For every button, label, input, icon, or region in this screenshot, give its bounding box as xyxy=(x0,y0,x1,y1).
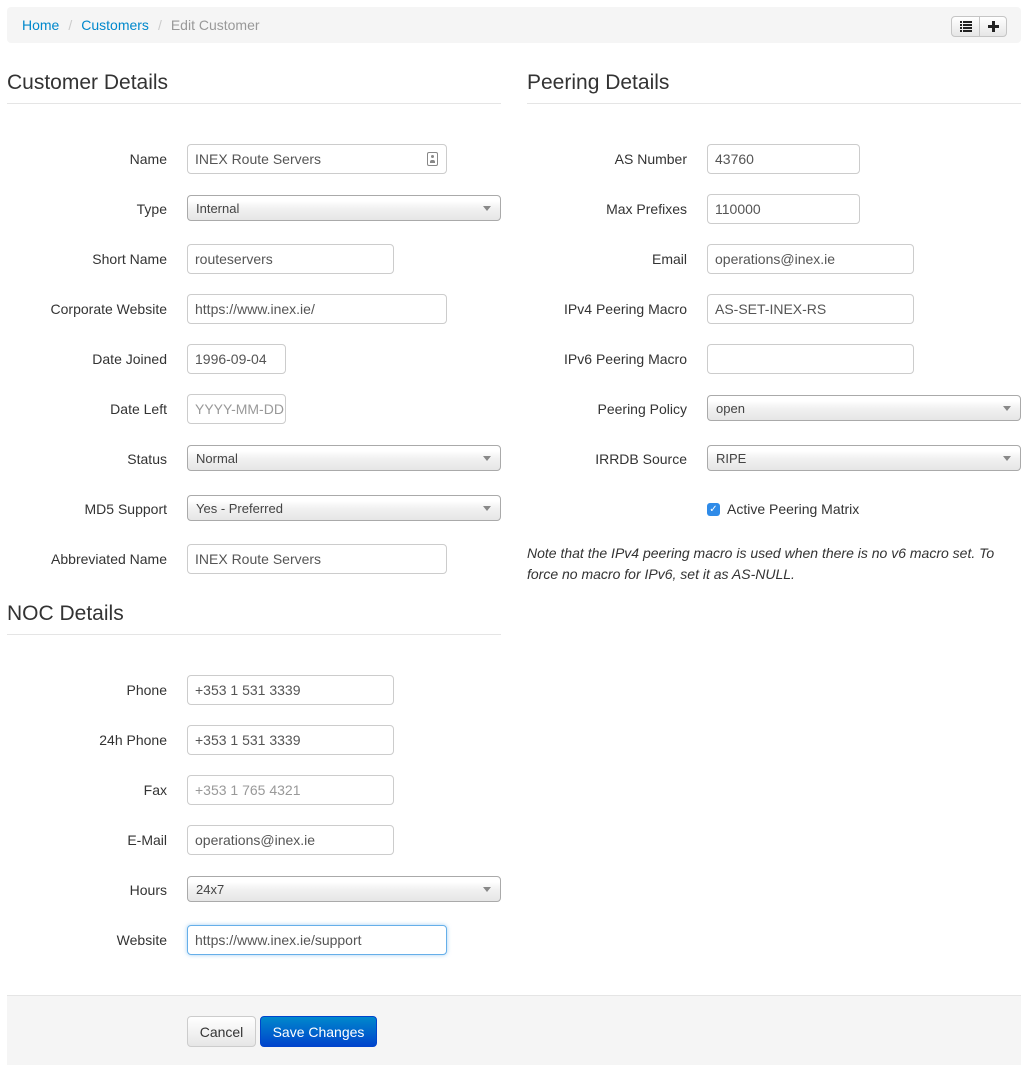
type-select[interactable]: Internal xyxy=(187,195,501,221)
date-left-label: Date Left xyxy=(110,401,167,417)
peering-macro-note: Note that the IPv4 peering macro is used… xyxy=(527,545,995,582)
form-actions: Cancel Save Changes xyxy=(7,995,1021,1065)
short-name-input[interactable]: routeservers xyxy=(187,244,394,274)
cancel-button[interactable]: Cancel xyxy=(187,1016,256,1047)
date-joined-input[interactable]: 1996-09-04 xyxy=(187,344,286,374)
name-value: INEX Route Servers xyxy=(195,151,322,167)
chevron-down-icon xyxy=(1003,456,1011,461)
ipv4-macro-input[interactable]: AS-SET-INEX-RS xyxy=(707,294,914,324)
phone-24h-label: 24h Phone xyxy=(99,732,167,748)
phone-label: Phone xyxy=(126,682,167,698)
breadcrumb-home-link[interactable]: Home xyxy=(22,17,59,33)
active-peering-matrix-checkbox[interactable]: ✓ xyxy=(707,503,720,516)
peering-policy-value: open xyxy=(716,400,745,416)
name-input[interactable]: INEX Route Servers xyxy=(187,144,447,174)
corporate-website-input[interactable]: https://www.inex.ie/ xyxy=(187,294,447,324)
hours-select[interactable]: 24x7 xyxy=(187,876,501,902)
section-divider xyxy=(527,103,1021,104)
peering-details-heading: Peering Details xyxy=(527,71,670,94)
ipv4-macro-label: IPv4 Peering Macro xyxy=(564,301,687,317)
chevron-down-icon xyxy=(483,206,491,211)
date-joined-label: Date Joined xyxy=(92,351,167,367)
status-select[interactable]: Normal xyxy=(187,445,501,471)
ipv6-macro-input[interactable] xyxy=(707,344,914,374)
abbreviated-name-input[interactable]: INEX Route Servers xyxy=(187,544,447,574)
breadcrumb-customers-link[interactable]: Customers xyxy=(81,17,149,33)
corporate-website-label: Corporate Website xyxy=(50,301,167,317)
max-prefixes-input[interactable]: 110000 xyxy=(707,194,860,224)
irrdb-source-select[interactable]: RIPE xyxy=(707,445,1021,471)
noc-details-heading: NOC Details xyxy=(7,602,124,625)
chevron-down-icon xyxy=(483,506,491,511)
noc-website-input[interactable]: https://www.inex.ie/support xyxy=(187,925,447,955)
active-peering-matrix-label: Active Peering Matrix xyxy=(727,501,860,517)
section-divider xyxy=(7,634,501,635)
phone-24h-input[interactable]: +353 1 531 3339 xyxy=(187,725,394,755)
list-icon[interactable] xyxy=(952,17,979,36)
max-prefixes-label: Max Prefixes xyxy=(606,201,687,217)
chevron-down-icon xyxy=(483,887,491,892)
irrdb-source-label: IRRDB Source xyxy=(595,451,687,467)
md5-support-label: MD5 Support xyxy=(84,501,167,517)
breadcrumb-separator: / xyxy=(157,17,162,33)
section-divider xyxy=(7,103,501,104)
md5-support-select[interactable]: Yes - Preferred xyxy=(187,495,501,521)
irrdb-source-value: RIPE xyxy=(716,450,747,466)
status-label: Status xyxy=(127,451,167,467)
peering-email-label: Email xyxy=(651,251,687,267)
phone-input[interactable]: +353 1 531 3339 xyxy=(187,675,394,705)
status-value: Normal xyxy=(196,450,238,466)
noc-email-label: E-Mail xyxy=(127,832,167,848)
ipv6-macro-label: IPv6 Peering Macro xyxy=(564,351,687,367)
plus-icon[interactable] xyxy=(979,17,1006,36)
save-changes-button[interactable]: Save Changes xyxy=(260,1016,377,1047)
short-name-label: Short Name xyxy=(92,251,167,267)
hours-label: Hours xyxy=(129,882,167,898)
peering-policy-select[interactable]: open xyxy=(707,395,1021,421)
breadcrumb-current: Edit Customer xyxy=(170,17,260,33)
abbreviated-name-label: Abbreviated Name xyxy=(51,551,167,567)
customer-details-heading: Customer Details xyxy=(7,71,169,94)
type-value: Internal xyxy=(196,200,240,216)
chevron-down-icon xyxy=(483,456,491,461)
contact-card-icon xyxy=(427,152,438,166)
date-left-input[interactable]: YYYY-MM-DD xyxy=(187,394,286,424)
type-label: Type xyxy=(136,201,167,217)
noc-website-label: Website xyxy=(116,932,167,948)
as-number-label: AS Number xyxy=(614,151,687,167)
fax-input[interactable]: +353 1 765 4321 xyxy=(187,775,394,805)
noc-email-input[interactable]: operations@inex.ie xyxy=(187,825,394,855)
fax-label: Fax xyxy=(143,782,167,798)
peering-policy-label: Peering Policy xyxy=(597,401,688,417)
checkmark-icon: ✓ xyxy=(709,503,718,515)
breadcrumb: Home / Customers / Edit Customer xyxy=(7,7,1021,43)
as-number-input[interactable]: 43760 xyxy=(707,144,860,174)
name-label: Name xyxy=(129,151,167,167)
md5-support-value: Yes - Preferred xyxy=(196,500,283,516)
chevron-down-icon xyxy=(1003,406,1011,411)
breadcrumb-button-group xyxy=(951,16,1007,37)
breadcrumb-separator: / xyxy=(68,17,73,33)
hours-value: 24x7 xyxy=(196,881,225,897)
peering-email-input[interactable]: operations@inex.ie xyxy=(707,244,914,274)
